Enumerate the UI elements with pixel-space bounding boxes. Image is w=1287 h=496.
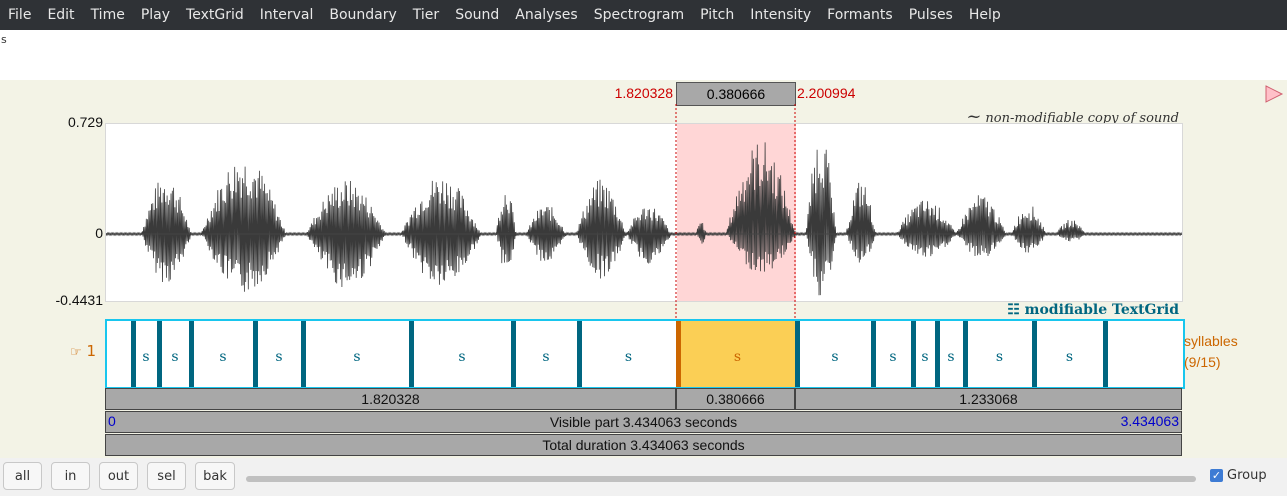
interval-label: s [275, 349, 282, 365]
total-duration-bar[interactable]: Total duration 3.434063 seconds [105, 434, 1182, 456]
interval-label: s [889, 349, 896, 365]
tier-count: (9/15) [1184, 354, 1221, 370]
right-duration-bar[interactable]: 1.233068 [795, 388, 1182, 410]
menu-formants[interactable]: Formants [819, 0, 901, 30]
left-duration-bar[interactable]: 1.820328 [105, 388, 676, 410]
textgrid-label-text: modifiable TextGrid [1024, 302, 1179, 318]
interval-label: s [353, 349, 360, 365]
selection-start-label: 1.820328 [614, 85, 673, 101]
interval-boundary[interactable] [1103, 321, 1108, 387]
list-icon: ☷ [1007, 302, 1020, 318]
interval-boundary[interactable] [511, 321, 516, 387]
group-checkbox[interactable]: ✓ Group [1210, 468, 1267, 483]
menu-time[interactable]: Time [83, 0, 133, 30]
interval-boundary[interactable] [795, 321, 800, 387]
visible-part-bar[interactable]: Visible part 3.434063 seconds [105, 411, 1182, 433]
textgrid-label: ☷ modifiable TextGrid [1007, 302, 1179, 318]
interval-label: s [831, 349, 838, 365]
interval-label: s [171, 349, 178, 365]
menu-sound[interactable]: Sound [447, 0, 507, 30]
y-zero-label: 0 [95, 225, 103, 241]
interval-boundary[interactable] [871, 321, 876, 387]
tier-number-value: 1 [86, 342, 96, 360]
tier-syllables[interactable]: sssssssssssssss [105, 319, 1185, 389]
menu-play[interactable]: Play [133, 0, 178, 30]
interval-label: s [734, 349, 741, 365]
visible-start-label: 0 [108, 413, 116, 429]
interval-label: s [542, 349, 549, 365]
zoom-in-button[interactable]: in [51, 462, 90, 490]
menu-pitch[interactable]: Pitch [692, 0, 742, 30]
y-max-label: 0.729 [67, 114, 103, 130]
text-field-value: s [1, 33, 7, 46]
zoom-out-button[interactable]: out [99, 462, 138, 490]
pointing-hand-icon: ☞ [70, 345, 82, 360]
tier-number[interactable]: ☞ 1 [70, 342, 96, 360]
menu-interval[interactable]: Interval [252, 0, 322, 30]
visible-end-label: 3.434063 [1120, 413, 1179, 429]
interval-label: s [921, 349, 928, 365]
zoom-sel-button[interactable]: sel [147, 462, 186, 490]
interval-label: s [458, 349, 465, 365]
interval-boundary[interactable] [131, 321, 136, 387]
zoom-all-button[interactable]: all [3, 462, 42, 490]
selection-end-label: 2.200994 [797, 85, 856, 101]
play-triangle-icon[interactable] [1264, 84, 1284, 104]
menu-pulses[interactable]: Pulses [901, 0, 961, 30]
interval-boundary[interactable] [577, 321, 582, 387]
interval-label: s [142, 349, 149, 365]
interval-label: s [947, 349, 954, 365]
tier-name-text: syllables [1184, 333, 1238, 349]
selected-duration-bar[interactable]: 0.380666 [676, 388, 795, 410]
interval-boundary[interactable] [301, 321, 306, 387]
y-min-label: -0.4431 [55, 292, 103, 308]
interval-boundary[interactable] [157, 321, 162, 387]
interval-boundary[interactable] [1032, 321, 1037, 387]
interval-label: s [1066, 349, 1073, 365]
menu-textgrid[interactable]: TextGrid [178, 0, 252, 30]
waveform-trace [106, 142, 1182, 296]
tier-name: syllables (9/15) [1184, 331, 1238, 373]
interval-label: s [625, 349, 632, 365]
interval-label: s [996, 349, 1003, 365]
horizontal-scrollbar[interactable] [246, 476, 1196, 482]
checkmark-icon: ✓ [1210, 469, 1223, 482]
zoom-back-button[interactable]: bak [195, 462, 235, 490]
waveform[interactable] [105, 123, 1183, 302]
interval-boundary[interactable] [409, 321, 414, 387]
menu-intensity[interactable]: Intensity [742, 0, 819, 30]
menu-tier[interactable]: Tier [405, 0, 447, 30]
menu-file[interactable]: File [0, 0, 39, 30]
interval-boundary[interactable] [935, 321, 940, 387]
text-field[interactable]: s [0, 30, 1287, 80]
group-label: Group [1227, 468, 1267, 483]
interval-boundary[interactable] [676, 321, 681, 387]
menu-analyses[interactable]: Analyses [507, 0, 585, 30]
menu-boundary[interactable]: Boundary [321, 0, 404, 30]
visible-part-text: Visible part 3.434063 seconds [549, 414, 738, 430]
interval-boundary[interactable] [253, 321, 258, 387]
interval-boundary[interactable] [911, 321, 916, 387]
menu-spectrogram[interactable]: Spectrogram [586, 0, 692, 30]
interval-boundary[interactable] [963, 321, 968, 387]
interval-label: s [219, 349, 226, 365]
interval-boundary[interactable] [189, 321, 194, 387]
menu-help[interactable]: Help [961, 0, 1009, 30]
selection-duration-label[interactable]: 0.380666 [676, 82, 796, 106]
menu-bar: File Edit Time Play TextGrid Interval Boundary… [0, 0, 1287, 30]
menu-edit[interactable]: Edit [39, 0, 82, 30]
